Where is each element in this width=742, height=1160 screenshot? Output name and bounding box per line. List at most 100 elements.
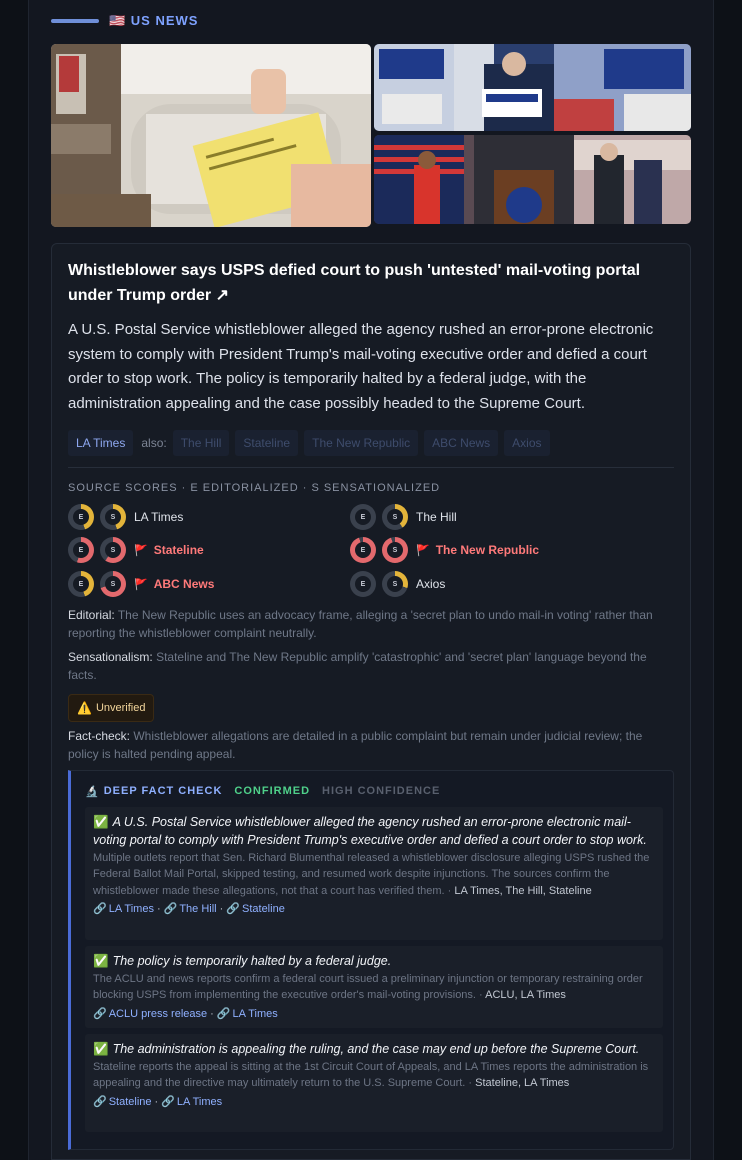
deep-fact-check-header: 🔬 DEEP FACT CHECK CONFIRMED HIGH CONFIDE… [85,784,440,798]
claim-sources: LA Times, The Hill, Stateline [454,884,592,897]
score-letter: S [392,513,398,521]
score-letter: S [392,546,398,554]
fact-check-note: Fact-check: Whistleblower allegations ar… [68,727,668,763]
unverified-label: Unverified [95,702,146,714]
check-icon: ✅ [93,815,109,829]
claim-text: ✅ A U.S. Postal Service whistleblower all… [93,815,647,847]
mailbox-photo [51,44,371,227]
sensationalized-score-dial: S [382,537,408,563]
divider [68,467,674,468]
source-chip-primary[interactable]: LA Times [68,430,134,456]
link-icon: 🔗 [93,1095,107,1108]
article-image-press-conference[interactable] [374,135,691,224]
confidence-label: HIGH CONFIDENCE [322,785,441,797]
microscope-icon: 🔬 [85,785,100,798]
also-label: also: [141,436,167,450]
source-chip-stateline[interactable]: Stateline [235,430,299,456]
score-letter: E [360,513,366,521]
claim-source-link[interactable]: The Hill [179,903,216,915]
claim-source-link[interactable]: Stateline [242,903,285,915]
sensationalism-label: Sensationalism: [68,650,153,664]
claim-detail: Multiple outlets report that Sen. Richar… [93,852,650,897]
editorialized-score-dial: E [68,504,94,530]
claim-item: ✅ The policy is temporarily halted by a f… [85,946,663,1028]
article-image-mailbox[interactable] [51,44,371,227]
link-icon: 🔗 [216,1007,231,1020]
claim-item: ✅ The administration is appealing the rul… [85,1034,663,1132]
verdict-label: CONFIRMED [234,785,311,797]
score-letter: S [110,546,116,554]
check-icon: ✅ [93,1042,109,1056]
source-score-name: LA Times [134,510,184,524]
claim-item: ✅ A U.S. Postal Service whistleblower all… [85,807,663,940]
editorialized-score-dial: E [350,571,376,597]
editorialized-score-dial: E [68,571,94,597]
score-letter: S [110,580,116,588]
editorialized-score-dial: E [68,537,94,563]
source-chip-abc-news[interactable]: ABC News [424,430,499,456]
sensationalized-score-dial: S [100,571,126,597]
claim-source-link[interactable]: Stateline [109,1096,152,1108]
claim-text: ✅ The policy is temporarily halted by a f… [93,954,392,968]
score-letter: E [78,513,84,521]
red-flag-icon: 🚩 [134,578,148,591]
source-score-name: The New Republic [435,543,540,557]
sensationalized-score-dial: S [100,504,126,530]
deep-fact-check-title: DEEP FACT CHECK [103,785,223,797]
unverified-badge: ⚠️ Unverified [68,694,155,722]
score-letter: E [360,546,366,554]
section-accent-bar [51,19,99,23]
claim-sources: Stateline, LA Times [475,1077,570,1090]
editorial-label: Editorial: [68,608,115,622]
claim-detail: The ACLU and news reports confirm a fede… [93,973,643,1002]
score-letter: S [392,580,398,588]
check-icon: ✅ [93,954,109,968]
source-score-name: ABC News [153,577,215,591]
link-icon: 🔗 [226,902,240,915]
source-chip-axios[interactable]: Axios [504,430,550,456]
link-icon: 🔗 [93,902,107,915]
source-chip-the-hill[interactable]: The Hill [172,430,230,456]
claim-detail: Stateline reports the appeal is sitting … [93,1061,649,1090]
source-score-name: The Hill [416,510,457,524]
source-score-name: Axios [416,577,446,591]
score-letter: E [78,580,84,588]
score-letter: E [360,580,366,588]
score-letter: S [110,513,116,521]
press-conference-photo [374,135,691,224]
claim-source-link[interactable]: LA Times [109,903,154,915]
claim-sources: ACLU, LA Times [485,989,566,1002]
sensationalized-score-dial: S [382,571,408,597]
link-icon: 🔗 [163,902,178,915]
source-score-row: E S 🚩 ABC News [68,571,214,597]
section-title: 🇺🇸 US NEWS [109,13,199,28]
red-flag-icon: 🚩 [416,544,430,557]
article-card: Whistleblower says USPS defied court to … [51,243,691,1160]
fact-check-text: Whistleblower allegations are detailed i… [68,729,643,761]
sensationalism-note: Sensationalism: Stateline and The New Re… [68,648,668,684]
section-header: 🇺🇸 US NEWS [51,13,198,29]
claim-source-link[interactable]: ACLU press release [109,1008,207,1020]
source-score-row: E S Axios [350,571,445,597]
source-score-name: Stateline [153,543,204,557]
claim-links: 🔗 ACLU press release · 🔗 LA Times [93,1007,278,1020]
editorial-text: The New Republic uses an advocacy frame,… [68,608,653,640]
article-headline-link[interactable]: Whistleblower says USPS defied court to … [68,258,668,308]
sensationalized-score-dial: S [382,504,408,530]
claim-source-link[interactable]: LA Times [177,1096,222,1108]
source-score-row: E S The Hill [350,504,457,530]
link-icon: 🔗 [161,1095,175,1108]
source-chip-new-republic[interactable]: The New Republic [304,430,419,456]
claim-source-link[interactable]: LA Times [233,1008,278,1020]
editorial-note: Editorial: The New Republic uses an advo… [68,606,668,642]
source-score-row: E S 🚩 The New Republic [350,537,539,563]
article-image-rally[interactable] [374,44,691,131]
editorialized-score-dial: E [350,537,376,563]
warning-icon: ⚠️ [77,701,92,715]
rally-photo [374,44,691,131]
sensationalism-text: Stateline and The New Republic amplify '… [68,650,647,682]
deep-fact-check-panel: 🔬 DEEP FACT CHECK CONFIRMED HIGH CONFIDE… [68,770,674,1150]
sensationalized-score-dial: S [100,537,126,563]
claim-links: 🔗 Stateline · 🔗 LA Times [93,1095,223,1108]
link-icon: 🔗 [93,1007,107,1020]
